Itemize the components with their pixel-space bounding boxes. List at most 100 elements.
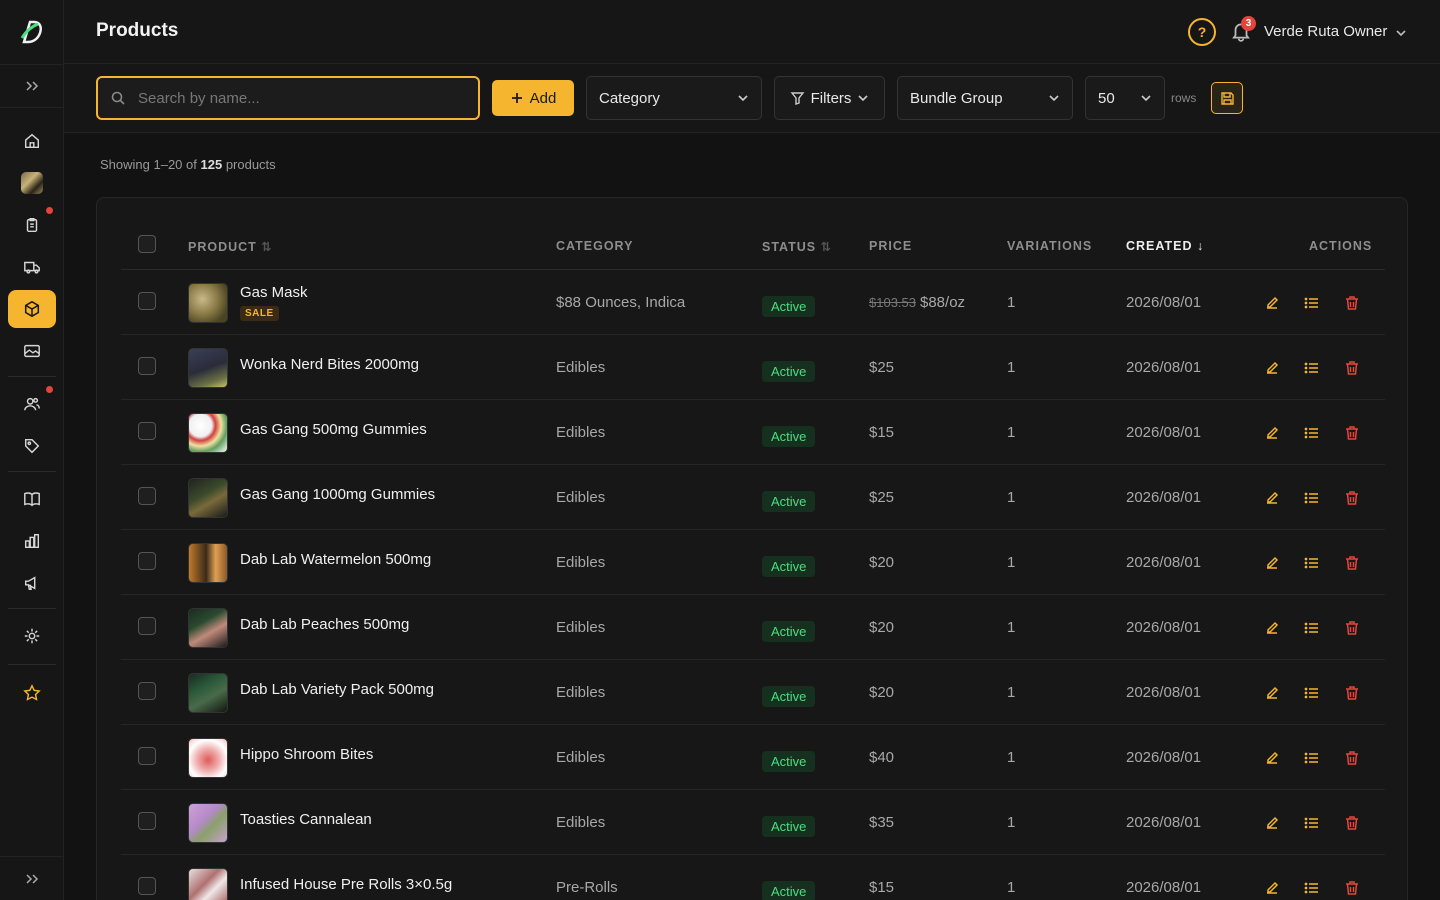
sidebar-collapse-toggle[interactable] — [0, 856, 64, 900]
sidebar-item-promotions[interactable] — [8, 427, 56, 465]
sidebar-expand-button[interactable] — [0, 64, 64, 108]
product-name[interactable]: Gas Mask — [240, 284, 308, 301]
sidebar-divider — [8, 471, 56, 472]
table-row[interactable]: Infused House Pre Rolls 3×0.5g Pre-Rolls… — [121, 855, 1385, 900]
row-checkbox[interactable] — [138, 357, 156, 375]
product-name[interactable]: Wonka Nerd Bites 2000mg — [240, 356, 419, 373]
product-name[interactable]: Gas Gang 500mg Gummies — [240, 421, 427, 438]
product-name[interactable]: Dab Lab Watermelon 500mg — [240, 551, 431, 568]
variations-list-button[interactable] — [1303, 749, 1321, 767]
sidebar-item-home[interactable] — [8, 122, 56, 160]
sidebar-divider — [8, 376, 56, 377]
table-row[interactable]: Hippo Shroom Bites Edibles Active $40 1 … — [121, 725, 1385, 790]
bar-chart-icon — [24, 533, 40, 549]
save-view-button[interactable] — [1211, 82, 1243, 114]
variations-list-button[interactable] — [1303, 424, 1321, 442]
product-thumbnail — [188, 868, 228, 900]
sidebar-item-marketing[interactable] — [8, 564, 56, 602]
row-checkbox[interactable] — [138, 552, 156, 570]
table-row[interactable]: Toasties Cannalean Edibles Active $35 1 … — [121, 790, 1385, 855]
delete-button[interactable] — [1343, 619, 1361, 637]
product-name[interactable]: Dab Lab Variety Pack 500mg — [240, 681, 434, 698]
row-checkbox[interactable] — [138, 422, 156, 440]
product-name[interactable]: Dab Lab Peaches 500mg — [240, 616, 409, 633]
chevron-down-icon[interactable] — [1394, 26, 1408, 40]
edit-button[interactable] — [1263, 619, 1281, 637]
edit-button[interactable] — [1263, 879, 1281, 897]
table-row[interactable]: Gas Gang 500mg Gummies Edibles Active $1… — [121, 400, 1385, 465]
product-name[interactable]: Hippo Shroom Bites — [240, 746, 373, 763]
sidebar-item-favorites[interactable] — [8, 674, 56, 712]
sidebar-item-media[interactable] — [8, 332, 56, 370]
bundle-group-select[interactable]: Bundle Group — [897, 76, 1073, 120]
table-row[interactable]: Dab Lab Peaches 500mg Edibles Active $20… — [121, 595, 1385, 660]
delete-button[interactable] — [1343, 684, 1361, 702]
variations-list-button[interactable] — [1303, 359, 1321, 377]
table-row[interactable]: Gas Gang 1000mg Gummies Edibles Active $… — [121, 465, 1385, 530]
delete-button[interactable] — [1343, 359, 1361, 377]
delete-button[interactable] — [1343, 814, 1361, 832]
variations-list-button[interactable] — [1303, 684, 1321, 702]
table-header: PRODUCT ⇅ CATEGORY STATUS ⇅ PRICE VARIAT… — [121, 224, 1385, 270]
sidebar-item-delivery[interactable] — [8, 248, 56, 286]
delete-button[interactable] — [1343, 294, 1361, 312]
column-header-status[interactable]: STATUS ⇅ — [762, 239, 832, 254]
table-row[interactable]: Wonka Nerd Bites 2000mg Edibles Active $… — [121, 335, 1385, 400]
trash-icon — [1346, 751, 1358, 765]
row-checkbox[interactable] — [138, 877, 156, 895]
delete-button[interactable] — [1343, 879, 1361, 897]
sidebar-item-catalog[interactable] — [8, 480, 56, 518]
variations-list-button[interactable] — [1303, 879, 1321, 897]
variations-list-button[interactable] — [1303, 489, 1321, 507]
product-name[interactable]: Infused House Pre Rolls 3×0.5g — [240, 876, 452, 893]
edit-button[interactable] — [1263, 359, 1281, 377]
delete-button[interactable] — [1343, 489, 1361, 507]
sidebar-item-store-avatar[interactable] — [8, 164, 56, 202]
edit-button[interactable] — [1263, 554, 1281, 572]
variations-list-button[interactable] — [1303, 294, 1321, 312]
product-category: Edibles — [556, 814, 606, 831]
edit-button[interactable] — [1263, 749, 1281, 767]
variations-list-button[interactable] — [1303, 554, 1321, 572]
sidebar-item-settings[interactable] — [8, 617, 56, 655]
product-category: Edibles — [556, 619, 606, 636]
select-all-checkbox[interactable] — [138, 235, 156, 253]
row-checkbox[interactable] — [138, 487, 156, 505]
edit-icon — [1267, 751, 1279, 764]
sidebar-item-products[interactable] — [8, 290, 56, 328]
delete-button[interactable] — [1343, 554, 1361, 572]
table-row[interactable]: Gas Mask SALE $88 Ounces, Indica Active … — [121, 270, 1385, 335]
add-product-button[interactable]: Add — [492, 80, 574, 116]
column-header-product[interactable]: PRODUCT ⇅ — [188, 239, 273, 254]
rows-per-page-select[interactable]: 50 — [1085, 76, 1165, 120]
column-header-created[interactable]: CREATED ↓ — [1126, 239, 1204, 253]
user-menu-name[interactable]: Verde Ruta Owner — [1264, 23, 1387, 40]
row-checkbox[interactable] — [138, 682, 156, 700]
edit-button[interactable] — [1263, 684, 1281, 702]
product-name[interactable]: Gas Gang 1000mg Gummies — [240, 486, 435, 503]
delete-button[interactable] — [1343, 424, 1361, 442]
product-category: Edibles — [556, 359, 606, 376]
sidebar-item-analytics[interactable] — [8, 522, 56, 560]
edit-button[interactable] — [1263, 489, 1281, 507]
table-row[interactable]: Dab Lab Variety Pack 500mg Edibles Activ… — [121, 660, 1385, 725]
row-checkbox[interactable] — [138, 292, 156, 310]
edit-button[interactable] — [1263, 294, 1281, 312]
search-input[interactable] — [138, 89, 458, 107]
top-header: Products ? 3 Verde Ruta Owner — [64, 0, 1440, 64]
category-select[interactable]: Category — [586, 76, 762, 120]
row-checkbox[interactable] — [138, 617, 156, 635]
brand-logo[interactable] — [16, 16, 48, 48]
table-row[interactable]: Dab Lab Watermelon 500mg Edibles Active … — [121, 530, 1385, 595]
help-button[interactable]: ? — [1188, 18, 1216, 46]
variations-list-button[interactable] — [1303, 814, 1321, 832]
variations-list-button[interactable] — [1303, 619, 1321, 637]
filters-button[interactable]: Filters — [774, 76, 885, 120]
edit-button[interactable] — [1263, 424, 1281, 442]
row-checkbox[interactable] — [138, 812, 156, 830]
trash-icon — [1346, 491, 1358, 505]
row-checkbox[interactable] — [138, 747, 156, 765]
delete-button[interactable] — [1343, 749, 1361, 767]
edit-button[interactable] — [1263, 814, 1281, 832]
product-name[interactable]: Toasties Cannalean — [240, 811, 372, 828]
